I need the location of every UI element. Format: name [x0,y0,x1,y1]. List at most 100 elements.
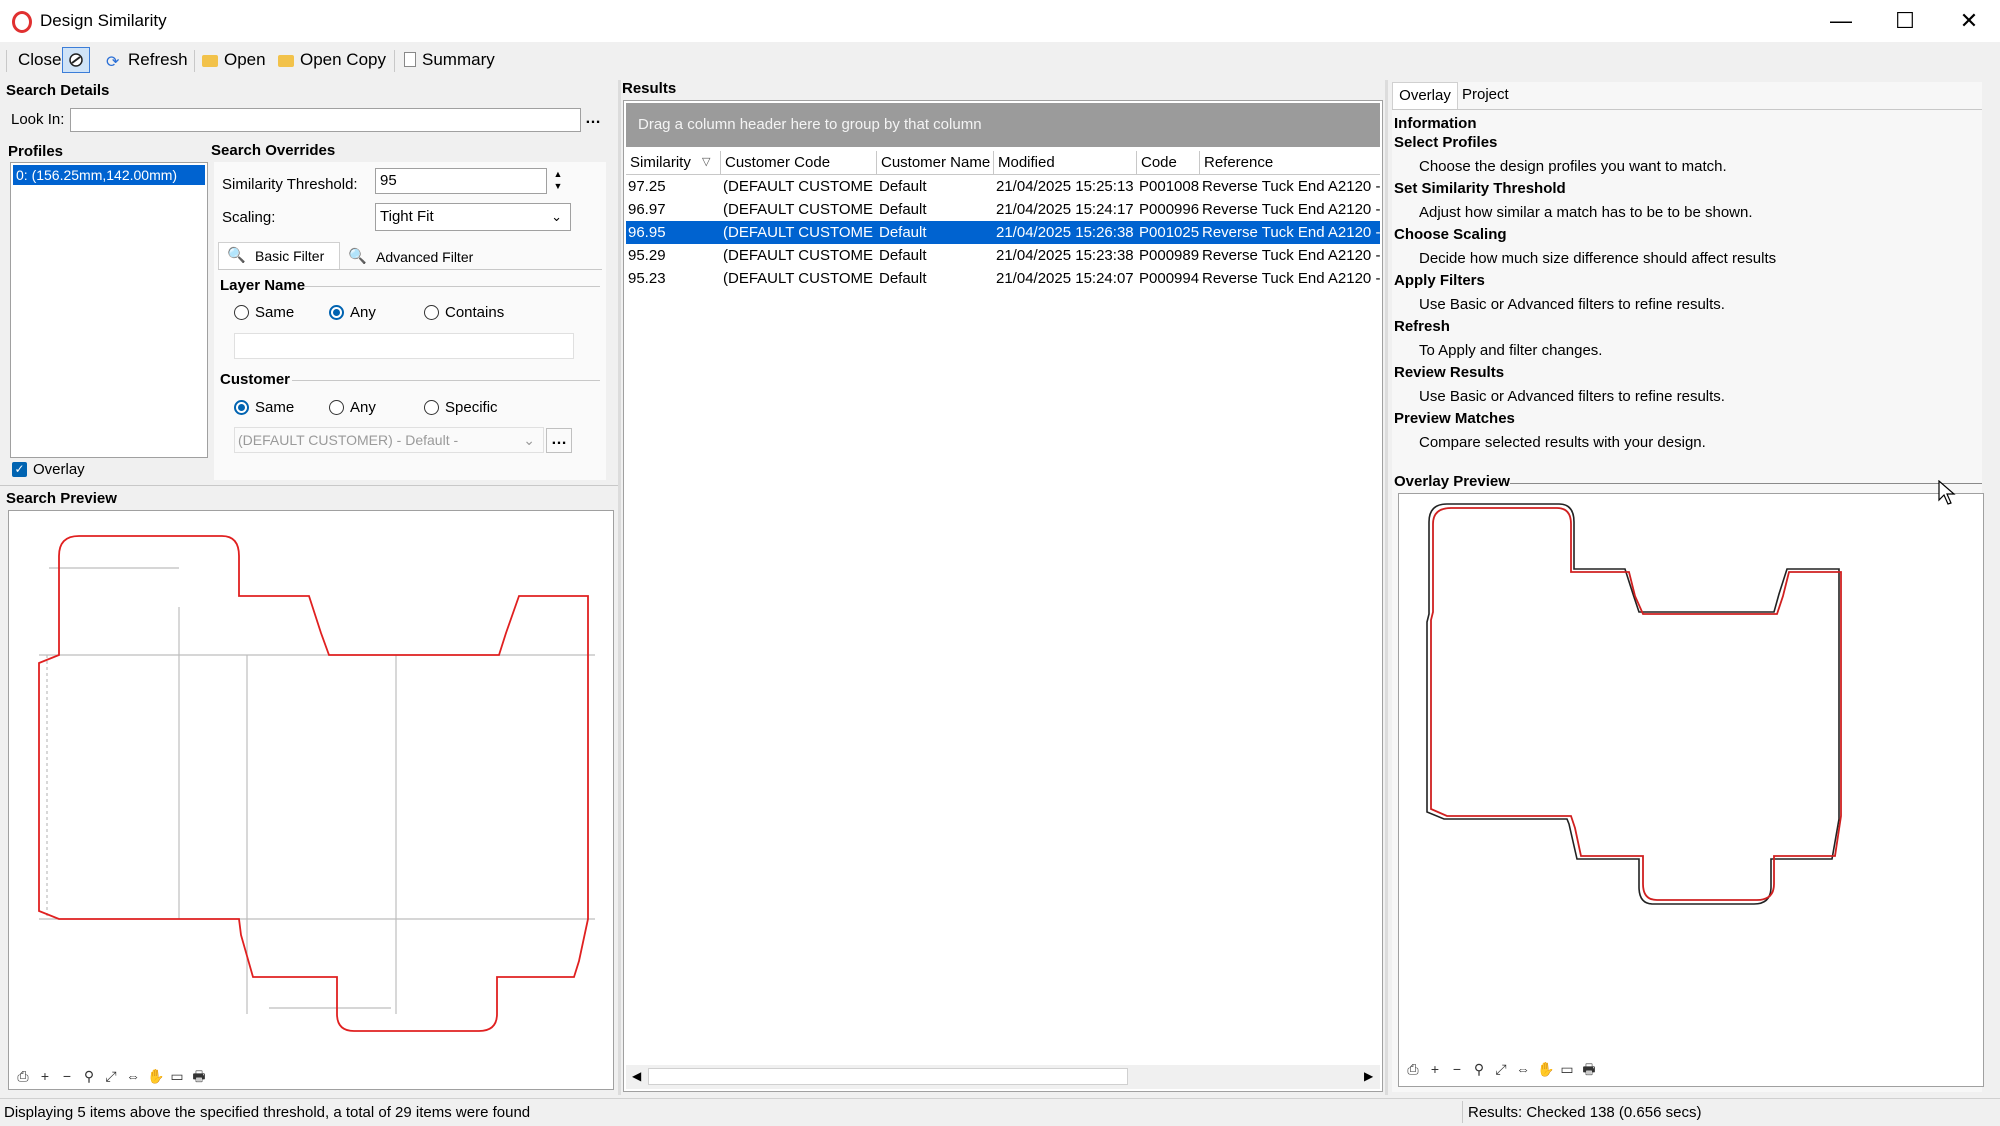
information-header: Information [1394,115,1477,132]
fit-width-icon[interactable]: ⇔ [125,1068,141,1084]
mouse-cursor-icon [1938,479,1956,511]
cell-similarity: 95.29 [628,247,666,264]
pan-hand-icon[interactable]: ✋ [1537,1061,1554,1077]
look-in-browse-button[interactable]: … [583,108,603,132]
info-item-text: Choose the design profiles you want to m… [1419,158,1727,175]
layer-same-radio[interactable] [234,305,249,320]
scrollbar-thumb[interactable] [648,1068,1128,1085]
tab-advanced-filter[interactable]: 🔍 Advanced Filter [342,245,488,269]
search-icon: 🔍 [227,247,246,264]
zoom-fit-icon[interactable]: ⤢ [1493,1061,1509,1077]
search-preview-canvas[interactable]: ⎙ + − ⚲ ⤢ ⇔ ✋ ▭ 🖶 [8,510,614,1090]
column-header-customer-code[interactable]: Customer Code [725,154,830,171]
window-title: Design Similarity [40,11,167,30]
overlay-checkbox[interactable]: ✓ [12,462,27,477]
close-window-button[interactable]: ✕ [1938,0,2000,42]
profile-item[interactable]: 0: (156.25mm,142.00mm) [13,165,205,185]
zoom-out-icon[interactable]: − [1449,1061,1465,1077]
layer-contains-radio[interactable] [424,305,439,320]
threshold-input[interactable]: 95 [375,168,547,194]
tab-project[interactable]: Project [1462,86,1509,103]
minimize-button[interactable]: — [1810,0,1872,42]
page-icon[interactable]: ▭ [169,1068,185,1084]
print-icon[interactable]: ⎙ [15,1068,31,1084]
cell-customer-name: Default [879,247,927,264]
layer-name-input[interactable] [234,333,574,359]
close-button[interactable]: Close [18,48,61,72]
horizontal-scrollbar[interactable]: ◀ ▶ [626,1065,1380,1089]
cell-customer-name: Default [879,224,927,241]
cell-code: P001008 [1139,178,1199,195]
refresh-button[interactable]: ⟳ Refresh [106,48,188,72]
open-button[interactable]: Open [202,48,266,72]
info-item-title: Select Profiles [1394,134,1498,151]
tab-overlay[interactable]: Overlay [1392,82,1458,109]
cell-reference: Reverse Tuck End A2120 - [1202,270,1380,287]
overlay-preview-header: Overlay Preview [1394,473,1510,490]
tab-basic-filter[interactable]: 🔍 Basic Filter [218,242,340,269]
overlay-preview-canvas[interactable]: ⎙ + − ⚲ ⤢ ⇔ ✋ ▭ 🖶 [1398,493,1984,1087]
column-header-customer-name[interactable]: Customer Name [881,154,990,171]
profiles-label: Profiles [8,143,64,160]
divider [292,380,600,381]
printer-icon[interactable]: 🖶 [1581,1061,1597,1077]
customer-specific-radio[interactable] [424,400,439,415]
scroll-left-icon[interactable]: ◀ [632,1069,641,1083]
page-icon[interactable]: ▭ [1559,1061,1575,1077]
zoom-icon[interactable]: ⚲ [1471,1061,1487,1077]
table-row[interactable]: 97.25 (DEFAULT CUSTOMER) Default 21/04/2025… [626,175,1380,198]
info-item-text: Use Basic or Advanced filters to refine … [1419,388,1725,405]
column-divider [876,151,877,174]
cell-modified: 21/04/2025 15:23:38 [996,247,1134,264]
cell-customer-code: (DEFAULT CUSTOMER) [723,247,873,264]
printer-icon[interactable]: 🖶 [191,1068,207,1084]
customer-browse-button[interactable]: … [546,428,572,453]
table-row[interactable]: 96.97 (DEFAULT CUSTOMER) Default 21/04/2025… [626,198,1380,221]
cell-reference: Reverse Tuck End A2120 - [1202,247,1380,264]
layer-any-radio[interactable] [329,305,344,320]
look-in-input[interactable] [70,108,581,132]
splitter-right[interactable] [1385,80,1388,1095]
zoom-out-icon[interactable]: − [59,1068,75,1084]
maximize-button[interactable]: ☐ [1874,0,1936,42]
column-header-similarity[interactable]: Similarity [630,154,691,171]
chevron-down-icon: ⌄ [523,432,535,448]
customer-same-radio[interactable] [234,400,249,415]
sort-filter-icon[interactable]: ▽ [702,155,710,168]
column-header-code[interactable]: Code [1141,154,1177,171]
table-row[interactable]: 96.95 (DEFAULT CUSTOMER) Default 21/04/2025… [626,221,1380,244]
pin-icon [69,53,83,67]
scroll-right-icon[interactable]: ▶ [1364,1069,1373,1083]
cell-reference: Reverse Tuck End A2120 - [1202,224,1380,241]
cell-reference: Reverse Tuck End A2120 - [1202,178,1380,195]
customer-any-radio[interactable] [329,400,344,415]
column-header-modified[interactable]: Modified [998,154,1055,171]
scaling-select[interactable]: Tight Fit ⌄ [375,203,571,231]
divider [302,286,600,287]
layer-name-header: Layer Name [220,277,306,294]
table-row[interactable]: 95.29 (DEFAULT CUSTOMER) Default 21/04/2025… [626,244,1380,267]
cell-similarity: 96.95 [628,224,666,241]
scaling-label: Scaling: [222,209,276,226]
fit-width-icon[interactable]: ⇔ [1515,1061,1531,1077]
zoom-icon[interactable]: ⚲ [81,1068,97,1084]
group-by-area[interactable]: Drag a column header here to group by th… [626,103,1380,147]
divider [0,485,620,486]
column-header-reference[interactable]: Reference [1204,154,1273,171]
threshold-spinner[interactable]: ▲ ▼ [548,168,568,194]
table-row[interactable]: 95.23 (DEFAULT CUSTOMER) Default 21/04/2025… [626,267,1380,290]
pin-toggle-button[interactable] [62,47,90,73]
print-icon[interactable]: ⎙ [1405,1061,1421,1077]
cell-similarity: 95.23 [628,270,666,287]
pan-hand-icon[interactable]: ✋ [147,1068,164,1084]
layer-same-label: Same [255,304,295,321]
zoom-in-icon[interactable]: + [1427,1061,1443,1077]
open-copy-button[interactable]: Open Copy [278,48,386,72]
profiles-list[interactable]: 0: (156.25mm,142.00mm) [10,162,208,458]
threshold-label: Similarity Threshold: [222,176,358,193]
summary-button[interactable]: Summary [404,48,495,72]
zoom-in-icon[interactable]: + [37,1068,53,1084]
splitter-left[interactable] [618,80,621,1095]
preview-toolbar: ⎙ + − ⚲ ⤢ ⇔ ✋ ▭ 🖶 [15,1068,213,1086]
zoom-fit-icon[interactable]: ⤢ [103,1068,119,1084]
